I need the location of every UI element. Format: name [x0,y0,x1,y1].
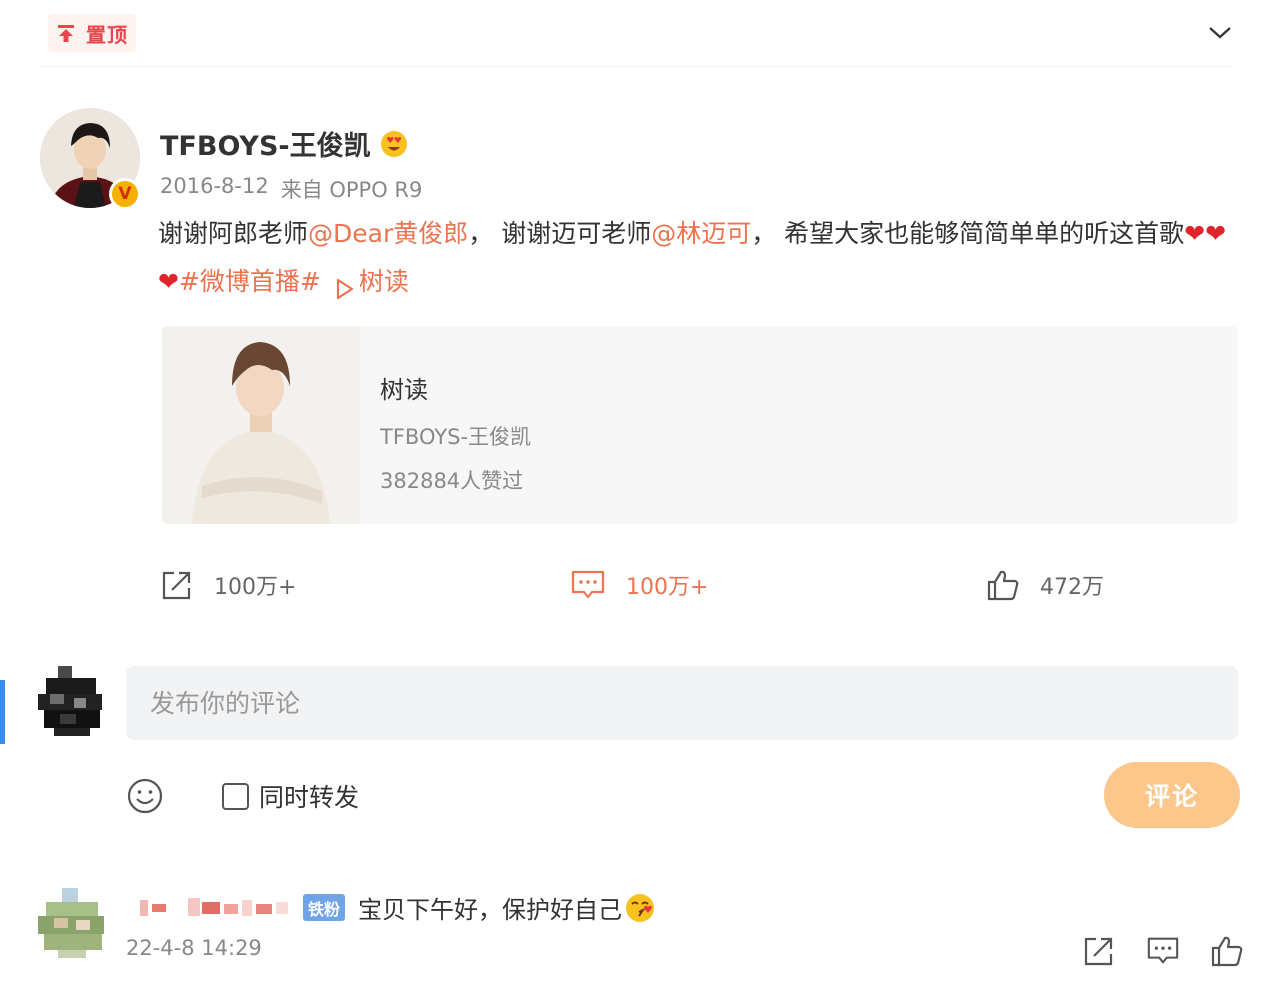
repost-button[interactable]: 100万+ [160,566,296,604]
mention-link[interactable]: @Dear黄俊郎 [308,219,468,248]
comment-repost-icon[interactable] [1082,934,1116,968]
comment-time: 22-4-8 14:29 [126,936,262,960]
like-button[interactable]: 472万 [986,566,1104,604]
post-source: 来自 OPPO R9 [280,178,423,202]
smiley-icon[interactable] [126,777,164,815]
fan-level-badge: 铁粉 [303,894,346,921]
my-avatar[interactable] [36,664,108,740]
music-info: 树读 TFBOYS-王俊凯 382884人赞过 [360,326,531,524]
music-cover-image [162,326,360,524]
repost-count: 100万+ [214,575,297,600]
author-name[interactable]: TFBOYS-王俊凯 [160,124,409,163]
play-icon [336,278,353,299]
topic-link[interactable]: #微博首播# [179,267,321,296]
song-link[interactable]: 树读 [335,258,409,306]
comment-like-icon[interactable] [1210,934,1244,968]
post-text-part: 谢谢阿郎老师 [158,219,309,248]
verified-badge: V [109,178,141,210]
thumbs-up-icon [987,570,1019,601]
pinned-label: 置顶 [86,22,128,47]
music-title: 树读 [380,376,428,404]
weibo-post-page: 置顶 V TFBOYS-王俊凯 2016-8-12 来自 OPPO R9 谢谢阿… [0,0,1274,986]
repost-option-label: 同时转发 [259,783,360,812]
commenter-name-blurred[interactable] [130,894,298,922]
comment-count: 100万+ [626,575,709,600]
post-date[interactable]: 2016-8-12 [160,174,269,204]
repost-icon [162,571,191,600]
post-meta: 2016-8-12 来自 OPPO R9 [160,174,422,204]
post-text-part: ， 谢谢迈可老师 [468,219,652,248]
like-count: 472万 [1040,575,1104,600]
comment-reply-icon[interactable] [1146,934,1180,968]
repost-checkbox[interactable] [222,782,249,810]
commenter-avatar[interactable] [36,886,108,962]
music-likes: 382884人赞过 [380,469,524,493]
comment-input[interactable] [126,666,1238,740]
repost-option[interactable]: 同时转发 [222,778,359,814]
scroll-indicator [0,680,5,744]
music-card[interactable]: 树读 TFBOYS-王俊凯 382884人赞过 [162,326,1238,524]
song-link-label: 树读 [358,267,409,296]
comment-text-content: 宝贝下午好，保护好自己 [358,896,622,924]
pinned-badge: 置顶 [48,14,136,52]
comment-icon [571,570,605,599]
comment-text: 宝贝下午好，保护好自己 [358,890,656,925]
post-text-part: ， 希望大家也能够简简单单的听这首歌 [751,219,1185,248]
chevron-down-icon[interactable] [1204,20,1236,46]
divider [40,66,1234,67]
pin-top-icon [54,21,78,45]
submit-comment-button[interactable]: 评论 [1104,762,1240,828]
post-content: 谢谢阿郎老师@Dear黄俊郎， 谢谢迈可老师@林迈可， 希望大家也能够简简单单的… [158,210,1228,306]
music-artist: TFBOYS-王俊凯 [380,425,532,449]
comment-button[interactable]: 100万+ [570,566,708,604]
heart-eyes-emoji-icon [379,129,409,159]
kiss-emoji-icon [626,893,654,922]
mention-link[interactable]: @林迈可 [651,219,751,248]
author-name-text: TFBOYS-王俊凯 [160,131,371,162]
